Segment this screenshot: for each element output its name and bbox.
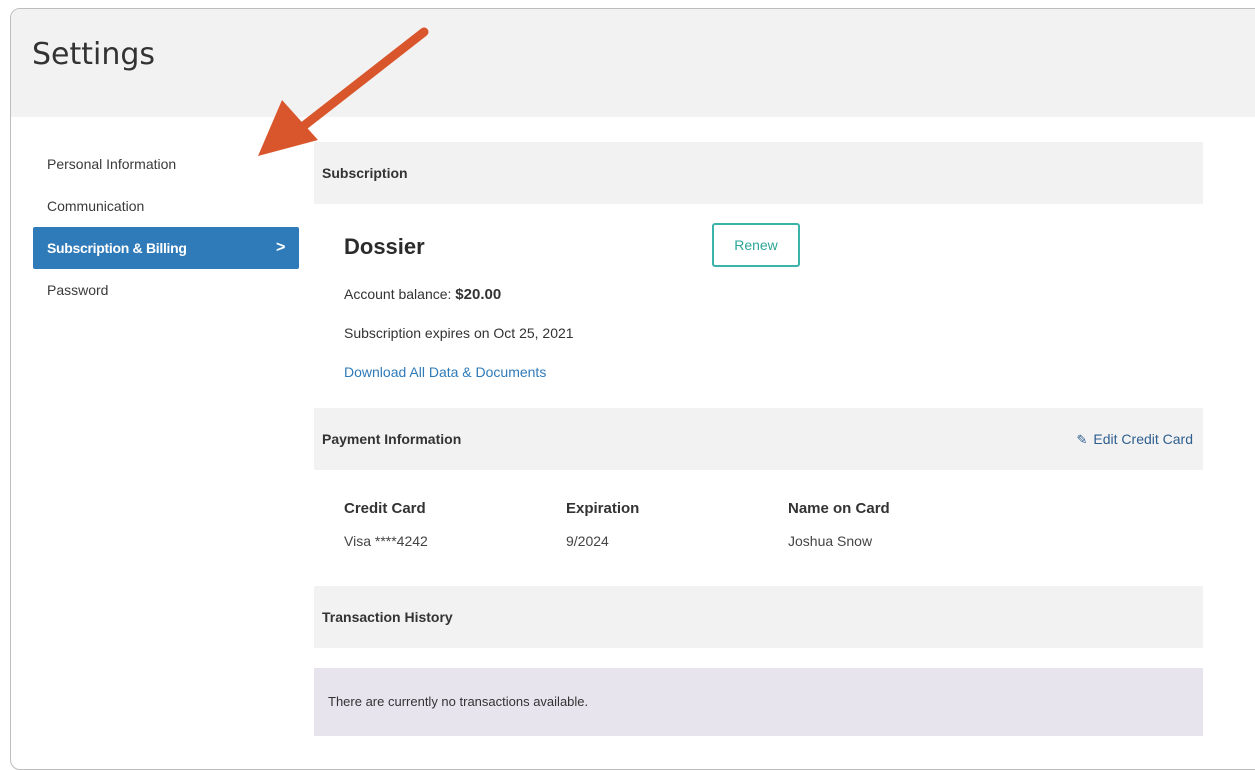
- expiration-value: 9/2024: [566, 533, 609, 549]
- name-on-card-value: Joshua Snow: [788, 533, 873, 549]
- download-all-data-link[interactable]: Download All Data & Documents: [344, 364, 546, 380]
- edit-credit-card-link[interactable]: ✎ Edit Credit Card: [1077, 408, 1194, 471]
- sidebar-item-label: Subscription & Billing: [47, 240, 187, 256]
- payment-details: Credit Card Visa ****4242 Expiration 9/2…: [314, 470, 1203, 586]
- transaction-section-title: Transaction History: [322, 609, 453, 625]
- plan-name: Dossier: [344, 234, 425, 259]
- transaction-section-header: Transaction History: [314, 586, 1203, 648]
- sidebar-item-personal-information[interactable]: Personal Information: [33, 143, 299, 185]
- name-on-card-header: Name on Card: [788, 500, 890, 517]
- page-title: Settings: [32, 37, 156, 72]
- credit-card-header: Credit Card: [344, 500, 426, 517]
- expiration-column: Expiration 9/2024: [566, 500, 639, 549]
- name-on-card-column: Name on Card Joshua Snow: [788, 500, 890, 549]
- credit-card-column: Credit Card Visa ****4242: [344, 500, 428, 549]
- sidebar-item-communication[interactable]: Communication: [33, 185, 299, 227]
- main-content: Subscription Dossier Renew Account balan…: [314, 142, 1203, 736]
- subscription-section-header: Subscription: [314, 142, 1203, 204]
- subscription-section-title: Subscription: [322, 165, 408, 181]
- balance-label: Account balance:: [344, 286, 456, 302]
- no-transactions-message: There are currently no transactions avai…: [328, 694, 589, 709]
- renew-button[interactable]: Renew: [712, 223, 800, 267]
- balance-value: $20.00: [455, 286, 502, 303]
- expiration-header: Expiration: [566, 500, 640, 517]
- payment-section-header: Payment Information ✎ Edit Credit Card: [314, 408, 1203, 470]
- subscription-expiry: Subscription expires on Oct 25, 2021: [344, 325, 574, 341]
- settings-window: Settings Personal Information Communicat…: [10, 8, 1255, 770]
- no-transactions-notice: There are currently no transactions avai…: [314, 668, 1203, 736]
- page-header: Settings: [11, 9, 1255, 117]
- pencil-icon: ✎: [1076, 432, 1088, 447]
- credit-card-value: Visa ****4242: [344, 533, 428, 549]
- subscription-details: Dossier Renew Account balance: $20.00 Su…: [314, 204, 1203, 408]
- payment-section-title: Payment Information: [322, 431, 462, 447]
- settings-sidebar: Personal Information Communication Subsc…: [33, 143, 299, 311]
- chevron-right-icon: >: [275, 239, 285, 256]
- edit-credit-card-label: Edit Credit Card: [1093, 431, 1193, 447]
- sidebar-item-subscription-billing[interactable]: Subscription & Billing >: [33, 227, 299, 269]
- account-balance: Account balance: $20.00: [344, 286, 501, 303]
- sidebar-item-password[interactable]: Password: [33, 269, 299, 311]
